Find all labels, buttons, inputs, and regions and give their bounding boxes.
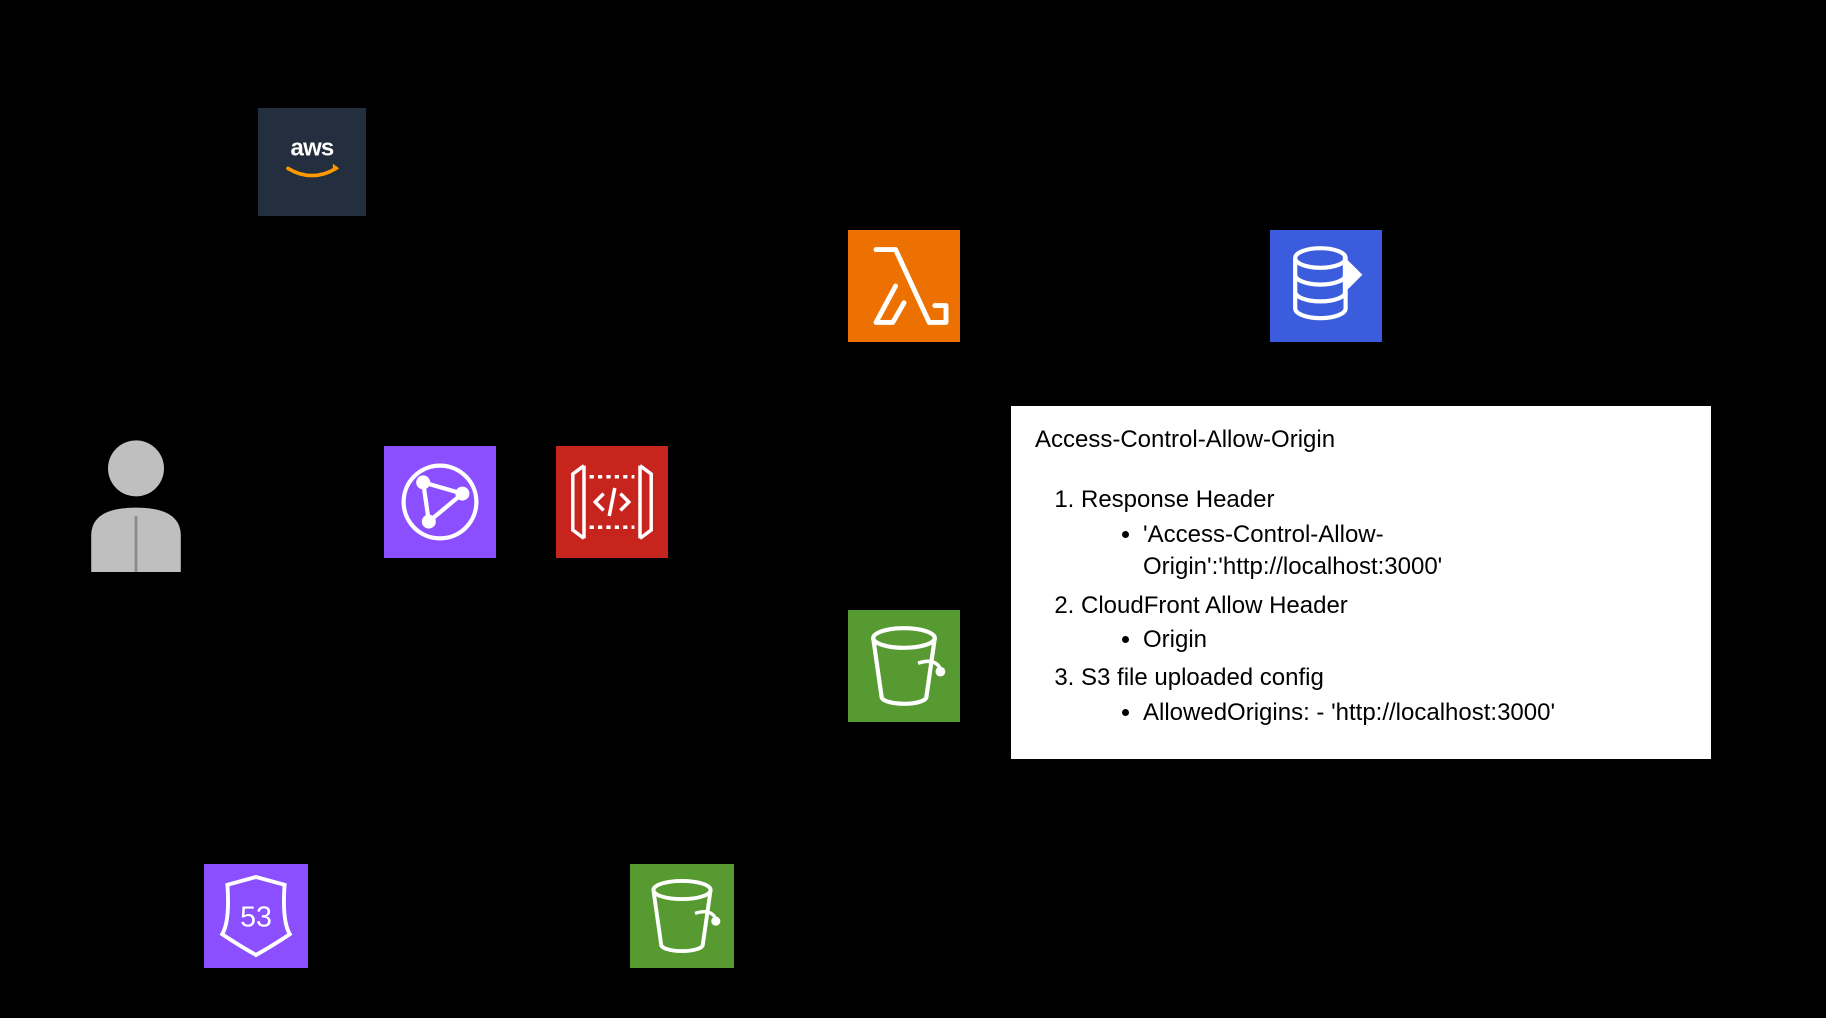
s3-bucket-icon	[630, 864, 734, 968]
svg-text:aws: aws	[291, 135, 334, 162]
note-item-label: S3 file uploaded config	[1081, 664, 1324, 691]
cors-note-box: Access-Control-Allow-Origin Response Hea…	[1010, 405, 1712, 760]
api-gateway-icon	[556, 446, 668, 558]
dynamodb-icon	[1270, 230, 1382, 342]
aws-cloud-icon: aws	[258, 108, 366, 216]
user-icon	[80, 432, 192, 572]
lambda-icon	[848, 230, 960, 342]
route53-icon: 53	[204, 864, 308, 968]
note-item-3: S3 file uploaded config AllowedOrigins: …	[1081, 662, 1687, 729]
svg-text:53: 53	[240, 901, 272, 933]
note-item-2: CloudFront Allow Header Origin	[1081, 590, 1687, 657]
note-title: Access-Control-Allow-Origin	[1035, 424, 1687, 456]
note-item-bullet: 'Access-Control-Allow-Origin':'http://lo…	[1143, 519, 1687, 584]
s3-bucket-icon	[848, 610, 960, 722]
note-item-bullet: AllowedOrigins: - 'http://localhost:3000…	[1143, 697, 1687, 729]
note-item-1: Response Header 'Access-Control-Allow-Or…	[1081, 484, 1687, 583]
note-item-label: Response Header	[1081, 486, 1274, 513]
note-list: Response Header 'Access-Control-Allow-Or…	[1035, 484, 1687, 729]
note-item-bullet: Origin	[1143, 624, 1687, 656]
cloudfront-icon	[384, 446, 496, 558]
note-item-label: CloudFront Allow Header	[1081, 592, 1348, 619]
